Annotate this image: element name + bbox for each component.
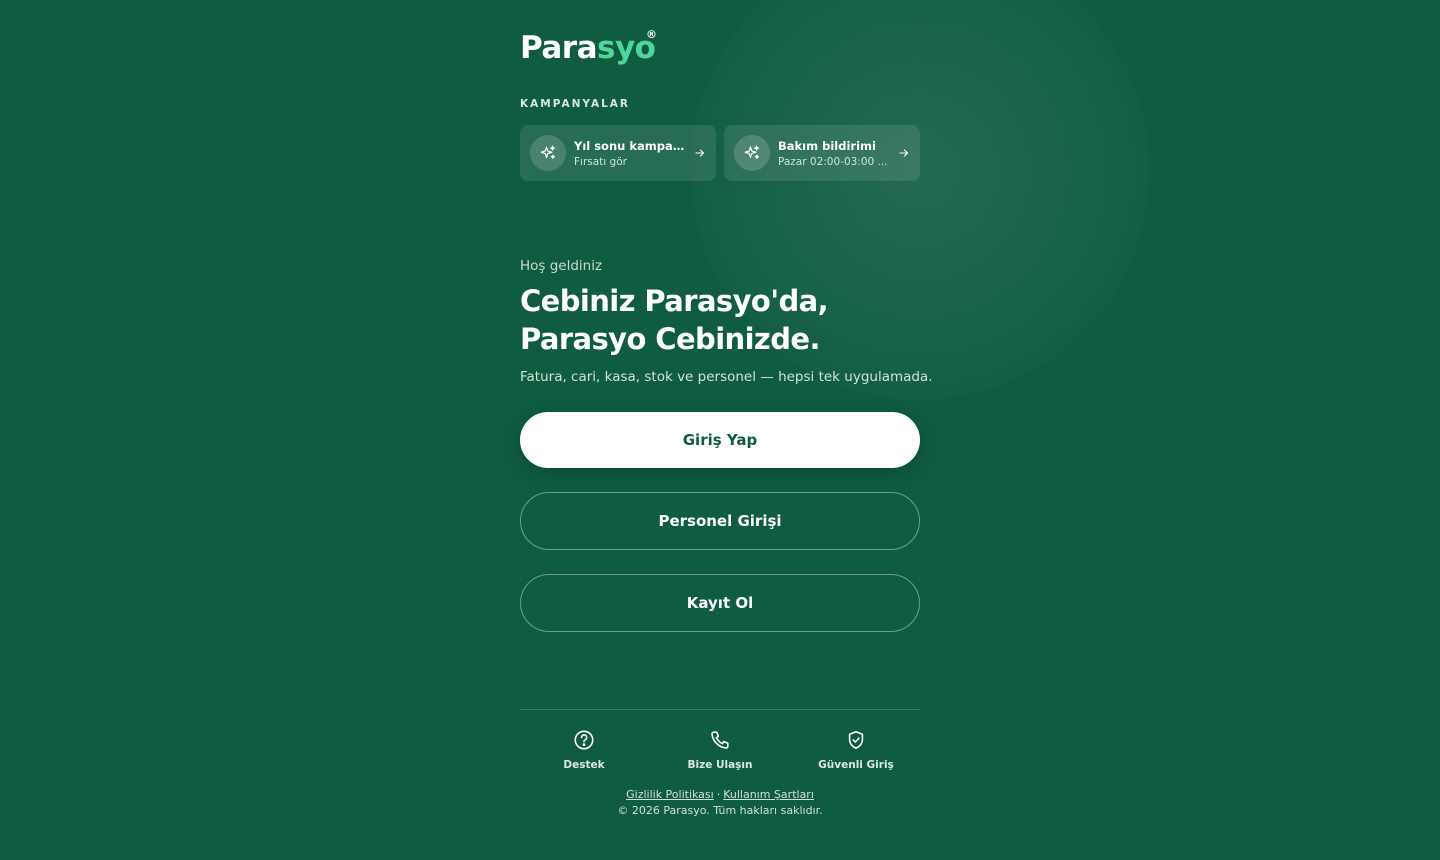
campaign-title: Yıl sonu kampany... bbox=[574, 138, 686, 153]
campaigns-list: Yıl sonu kampany... Fırsatı gör Bakım bi… bbox=[520, 125, 920, 181]
footer-links: Destek Bize Ulaşın Güvenli Giriş bbox=[520, 728, 920, 774]
contact-link[interactable]: Bize Ulaşın bbox=[655, 728, 785, 771]
support-link[interactable]: Destek bbox=[519, 728, 649, 771]
staff-login-button[interactable]: Personel Girişi bbox=[520, 492, 920, 550]
brand-logo: Parasyo ® bbox=[520, 28, 657, 70]
secure-login-label: Güvenli Giriş bbox=[818, 759, 894, 771]
hero-subtitle: Fatura, cari, kasa, stok ve personel — h… bbox=[520, 369, 933, 385]
shield-check-icon bbox=[845, 728, 867, 752]
sparkles-icon bbox=[734, 135, 770, 171]
legal-separator: · bbox=[716, 788, 721, 801]
contact-label: Bize Ulaşın bbox=[687, 759, 753, 771]
campaign-subtitle: Fırsatı gör bbox=[574, 155, 627, 168]
privacy-policy-link[interactable]: Gizlilik Politikası bbox=[626, 788, 714, 801]
arrow-right-icon bbox=[694, 147, 706, 159]
logo-text-para: Para bbox=[520, 30, 598, 66]
register-button[interactable]: Kayıt Ol bbox=[520, 574, 920, 632]
footer-divider bbox=[520, 709, 920, 710]
greeting-text: Hoş geldiniz bbox=[520, 258, 603, 274]
sparkles-icon bbox=[530, 135, 566, 171]
campaign-card-maintenance[interactable]: Bakım bildirimi Pazar 02:00-03:00 ... bbox=[724, 125, 920, 181]
headline-line-1: Cebiniz Parasyo'da, bbox=[520, 284, 829, 318]
support-label: Destek bbox=[563, 759, 605, 771]
phone-icon bbox=[709, 728, 731, 752]
welcome-page: Parasyo ® KAMPANYALAR Yıl sonu kampany..… bbox=[520, 0, 933, 860]
headline-line-2: Parasyo Cebinizde. bbox=[520, 322, 820, 356]
copyright-text: © 2026 Parasyo. Tüm hakları saklıdır. bbox=[617, 804, 823, 817]
campaign-text: Yıl sonu kampany... Fırsatı gör bbox=[574, 139, 686, 168]
help-circle-icon bbox=[573, 728, 595, 752]
campaign-title: Bakım bildirimi bbox=[778, 138, 876, 153]
campaign-text: Bakım bildirimi Pazar 02:00-03:00 ... bbox=[778, 139, 890, 168]
campaigns-label: KAMPANYALAR bbox=[520, 98, 630, 110]
legal-links: Gizlilik Politikası · Kullanım Şartları bbox=[520, 788, 920, 801]
page-headline: Cebiniz Parasyo'da, Parasyo Cebinizde. bbox=[520, 282, 829, 358]
campaign-card-year-end[interactable]: Yıl sonu kampany... Fırsatı gör bbox=[520, 125, 716, 181]
terms-of-use-link[interactable]: Kullanım Şartları bbox=[723, 788, 814, 801]
arrow-right-icon bbox=[898, 147, 910, 159]
secure-login-link[interactable]: Güvenli Giriş bbox=[791, 728, 921, 771]
campaign-subtitle: Pazar 02:00-03:00 ... bbox=[778, 155, 888, 168]
registered-mark: ® bbox=[646, 28, 657, 41]
login-button[interactable]: Giriş Yap bbox=[520, 412, 920, 468]
